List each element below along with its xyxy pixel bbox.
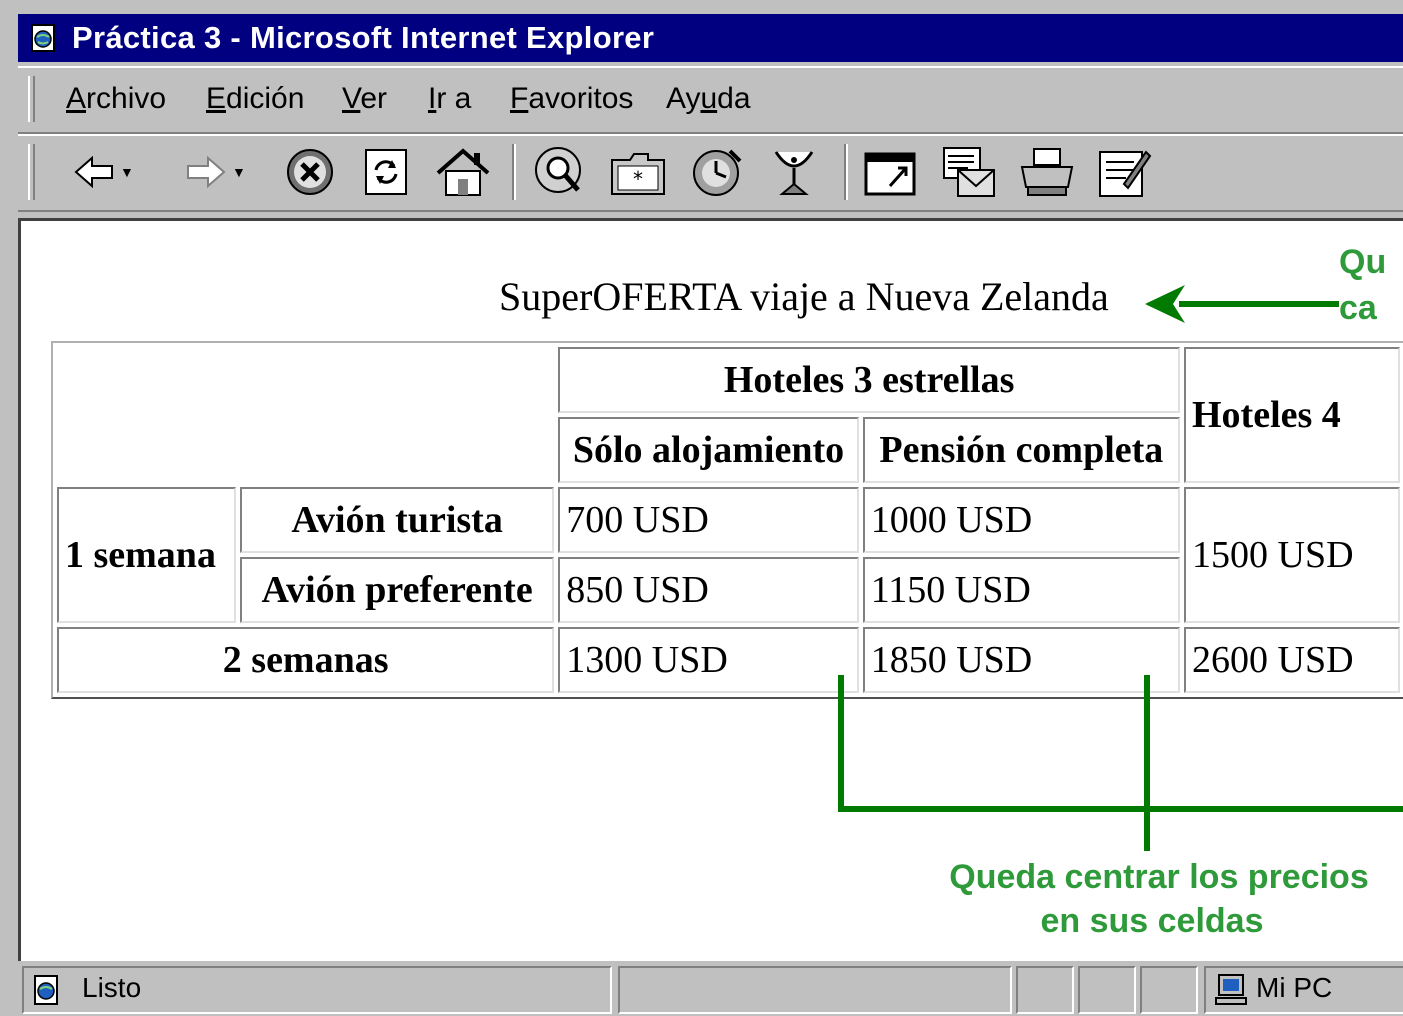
toolbar-grip[interactable] <box>28 144 35 200</box>
window-title: Práctica 3 - Microsoft Internet Explorer <box>72 20 655 55</box>
price-cell: 850 USD <box>558 557 859 623</box>
status-panel <box>1140 966 1198 1014</box>
row-1-week: 1 semana <box>57 487 236 623</box>
header-3-stars: Hoteles 3 estrellas <box>558 347 1180 413</box>
price-cell: 1500 USD <box>1184 487 1400 623</box>
toolbar: ▼ ▼ * <box>18 134 1403 212</box>
row-tourist: Avión turista <box>239 487 555 553</box>
page-content[interactable]: SuperOFERTA viaje a Nueva Zelanda Qu ca … <box>18 218 1403 961</box>
menu-ver[interactable]: Ver <box>342 82 387 116</box>
stop-icon <box>287 149 333 195</box>
menu-ir-a[interactable]: Ir a <box>428 82 471 116</box>
menu-edicion[interactable]: Edición <box>206 82 304 116</box>
fullscreen-button[interactable] <box>860 142 920 202</box>
favorites-icon: * <box>611 153 665 195</box>
annotation-bottom: Queda centrar los precios en sus celdas <box>899 855 1403 943</box>
forward-icon <box>187 155 226 189</box>
search-icon <box>535 147 581 193</box>
home-icon <box>436 148 490 196</box>
svg-text:*: * <box>633 167 643 191</box>
refresh-icon <box>365 149 407 195</box>
print-icon <box>1020 148 1074 196</box>
menu-favoritos[interactable]: Favoritos <box>510 82 633 116</box>
ie-page-icon <box>31 24 55 52</box>
forward-dropdown-icon[interactable]: ▼ <box>232 164 246 180</box>
mail-button[interactable] <box>938 142 1000 202</box>
favorites-button[interactable]: * <box>608 142 668 202</box>
subheader-only-lodging: Sólo alojamiento <box>558 417 859 483</box>
search-button[interactable] <box>530 142 590 202</box>
price-cell: 1150 USD <box>862 557 1180 623</box>
header-4-stars: Hoteles 4 <box>1184 347 1400 483</box>
price-table: Hoteles 3 estrellas Hoteles 4 Sólo aloja… <box>51 341 1403 699</box>
back-dropdown-icon[interactable]: ▼ <box>120 164 134 180</box>
channels-button[interactable] <box>766 142 822 202</box>
refresh-button[interactable] <box>362 142 410 202</box>
annotation-arrow-left-icon <box>1145 285 1339 323</box>
fullscreen-icon <box>864 152 916 196</box>
history-icon <box>693 149 742 196</box>
menu-bar: Archivo Edición Ver Ir a Favoritos Ayuda <box>18 66 1403 134</box>
print-button[interactable] <box>1016 142 1078 202</box>
status-panel <box>1016 966 1074 1014</box>
price-cell: 700 USD <box>558 487 859 553</box>
edit-icon <box>1099 150 1152 197</box>
history-button[interactable] <box>686 142 746 202</box>
menubar-grip[interactable] <box>28 76 35 122</box>
annotation-bottom-line2: en sus celdas <box>1040 902 1264 940</box>
status-text: Listo <box>82 972 142 1003</box>
status-main-panel: Listo <box>22 966 612 1014</box>
status-zone-panel: Mi PC <box>1204 966 1403 1014</box>
back-button[interactable]: ▼ <box>72 142 134 202</box>
price-cell: 1000 USD <box>862 487 1180 553</box>
status-bar: Listo Mi PC <box>18 962 1403 1016</box>
subheader-full-board: Pensión completa <box>862 417 1180 483</box>
toolbar-separator <box>844 144 848 200</box>
computer-icon <box>1215 974 1247 1005</box>
table-corner <box>57 347 554 483</box>
title-bar[interactable]: Práctica 3 - Microsoft Internet Explorer <box>18 14 1403 62</box>
annotation-bottom-line1: Queda centrar los precios <box>949 858 1369 896</box>
page-status-icon <box>34 975 58 1005</box>
page-heading: SuperOFERTA viaje a Nueva Zelanda <box>499 274 1109 319</box>
row-preferred: Avión preferente <box>239 557 555 623</box>
back-icon <box>74 155 113 189</box>
menu-archivo[interactable]: Archivo <box>66 82 166 116</box>
mail-icon <box>943 147 995 197</box>
annotation-bracket-lines <box>838 675 1403 851</box>
home-button[interactable] <box>434 142 492 202</box>
annotation-top: Qu ca <box>1339 239 1386 331</box>
toolbar-separator <box>512 144 516 200</box>
annotation-top-line2: ca <box>1339 289 1377 327</box>
status-panel <box>1078 966 1136 1014</box>
edit-button[interactable] <box>1094 142 1154 202</box>
menu-ayuda[interactable]: Ayuda <box>666 82 751 116</box>
browser-window: Práctica 3 - Microsoft Internet Explorer… <box>0 0 1403 1016</box>
annotation-top-line1: Qu <box>1339 243 1387 281</box>
stop-button[interactable] <box>284 142 336 202</box>
status-progress-panel <box>618 966 1012 1014</box>
zone-text: Mi PC <box>1256 972 1333 1003</box>
channels-icon <box>774 151 814 195</box>
forward-button[interactable]: ▼ <box>184 142 246 202</box>
